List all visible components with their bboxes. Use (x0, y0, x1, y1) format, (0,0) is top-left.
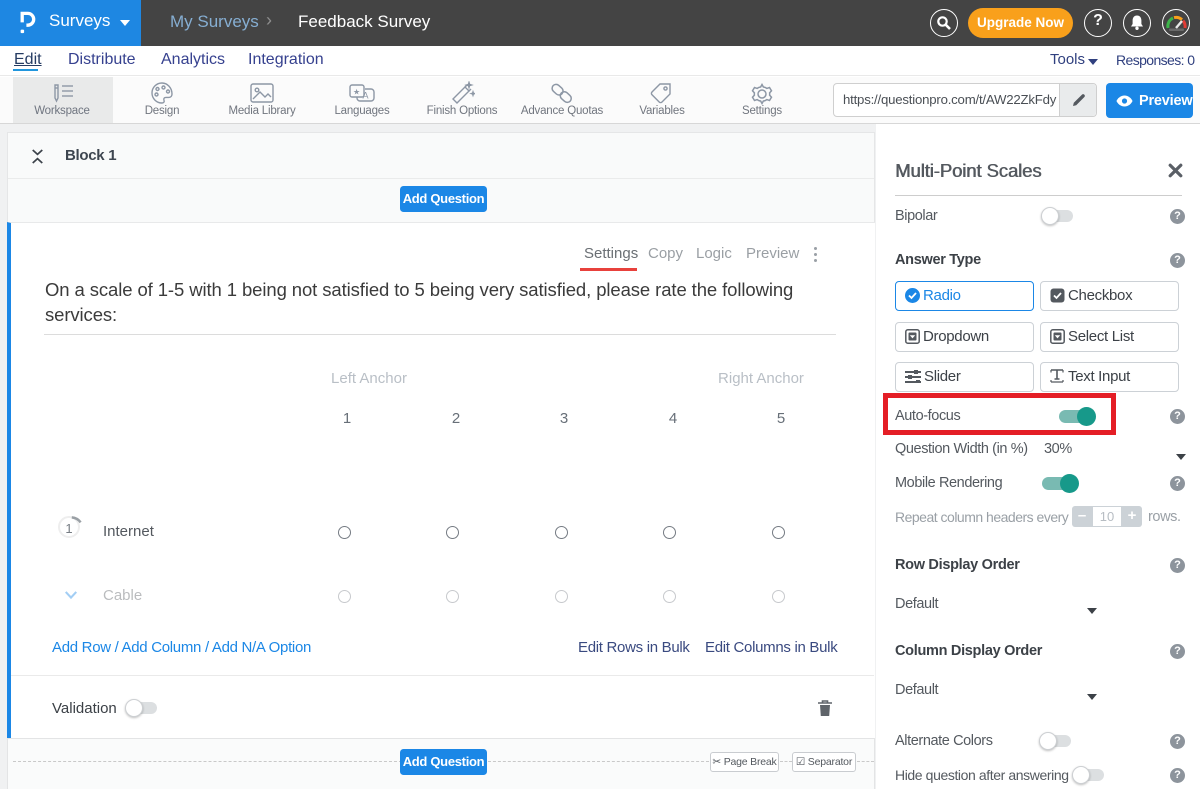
svg-text:★: ★ (353, 88, 360, 97)
svg-text:A: A (363, 91, 369, 101)
